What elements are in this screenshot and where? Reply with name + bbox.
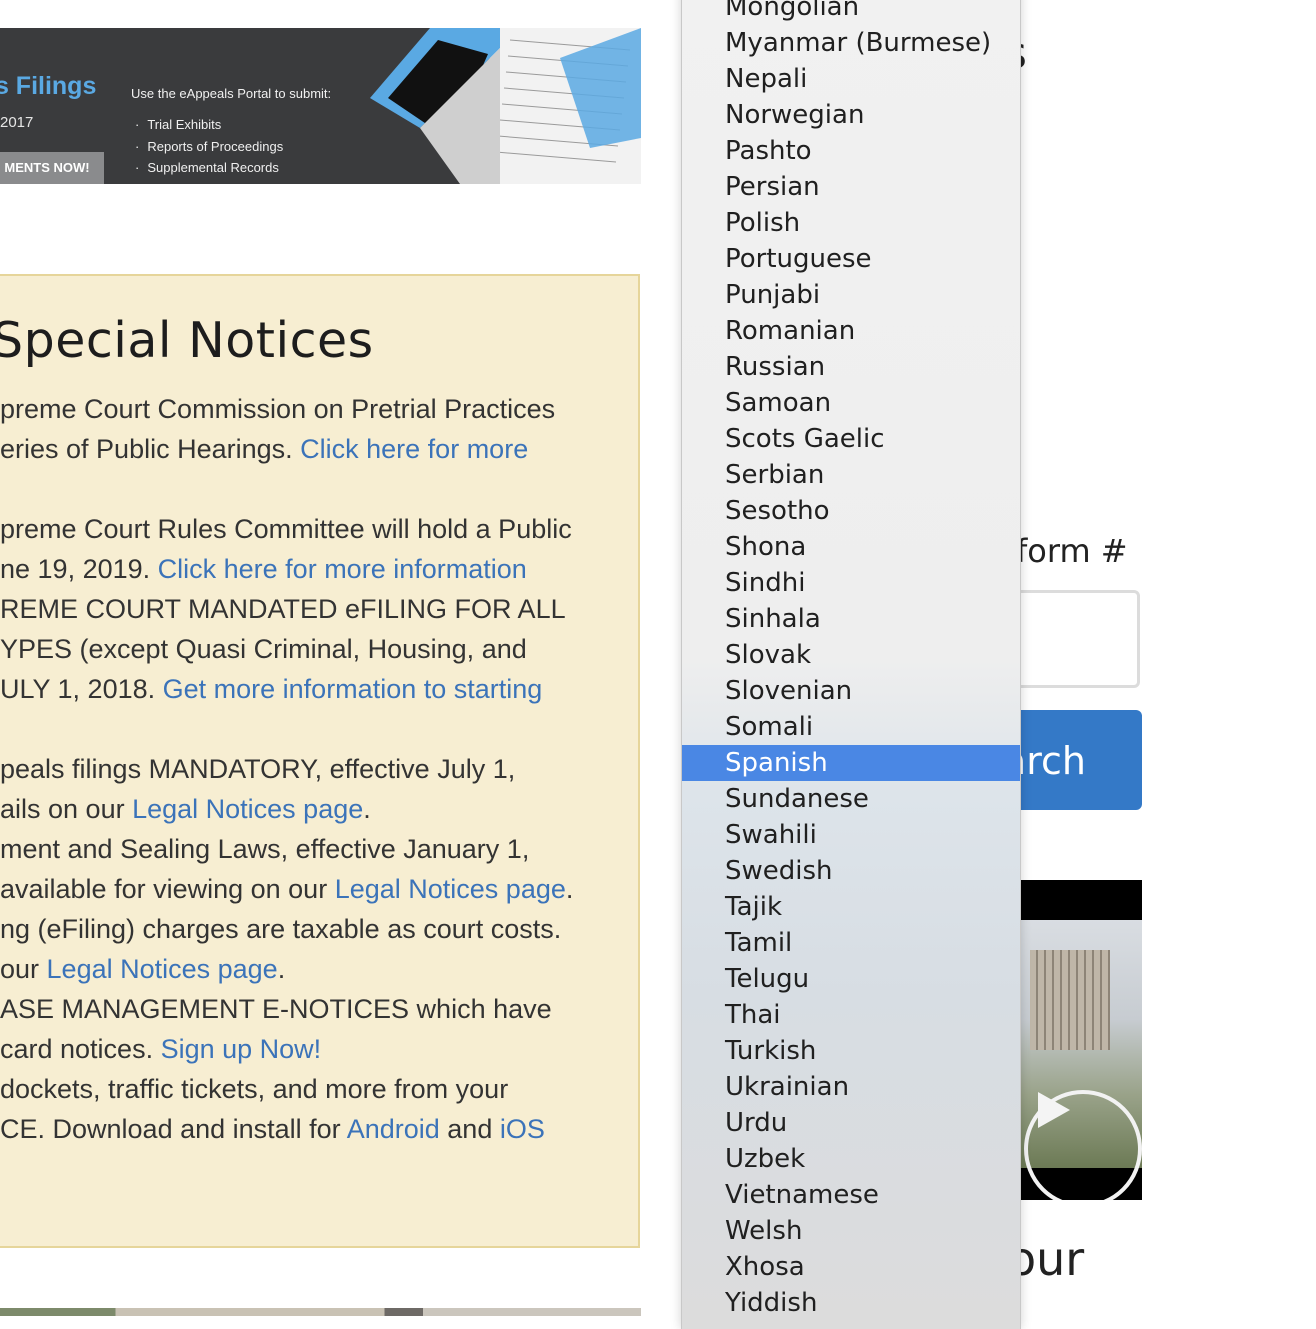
- special-notices-heading: Special Notices: [0, 312, 374, 369]
- language-option[interactable]: Sesotho: [682, 493, 1020, 529]
- language-option[interactable]: Serbian: [682, 457, 1020, 493]
- language-option[interactable]: Ukrainian: [682, 1069, 1020, 1105]
- language-option[interactable]: Persian: [682, 169, 1020, 205]
- language-option[interactable]: Punjabi: [682, 277, 1020, 313]
- notice-line: ne 19, 2019. Click here for more informa…: [0, 554, 527, 584]
- notice-line: dockets, traffic tickets, and more from …: [0, 1074, 509, 1104]
- banner-list-item: Reports of Proceedings: [135, 136, 283, 158]
- language-option[interactable]: Swedish: [682, 853, 1020, 889]
- eappeals-banner[interactable]: ls Filings 2017 MENTS NOW! Use the eAppe…: [0, 28, 641, 184]
- notice-line: available for viewing on our Legal Notic…: [0, 874, 574, 904]
- language-option[interactable]: Shona: [682, 529, 1020, 565]
- legal-notices-link[interactable]: Legal Notices page: [335, 874, 566, 904]
- language-option[interactable]: Nepali: [682, 61, 1020, 97]
- language-option[interactable]: Xhosa: [682, 1249, 1020, 1285]
- bottom-photo: [0, 1308, 641, 1316]
- language-option[interactable]: Welsh: [682, 1213, 1020, 1249]
- language-option[interactable]: Urdu: [682, 1105, 1020, 1141]
- notice-line: card notices. Sign up Now!: [0, 1034, 322, 1064]
- language-option[interactable]: Telugu: [682, 961, 1020, 997]
- special-notices-panel: Special Notices preme Court Commission o…: [0, 274, 640, 1248]
- language-option[interactable]: Sinhala: [682, 601, 1020, 637]
- efiling-info-link[interactable]: Get more information to starting: [163, 674, 543, 704]
- notice-line: preme Court Rules Committee will hold a …: [0, 514, 572, 544]
- notice-line: REME COURT MANDATED eFILING FOR ALL: [0, 594, 566, 624]
- language-option[interactable]: Somali: [682, 709, 1020, 745]
- click-here-link[interactable]: Click here for more: [300, 434, 528, 464]
- notice-line: YPES (except Quasi Criminal, Housing, an…: [0, 634, 527, 664]
- laptop-documents-illustration: [370, 28, 641, 184]
- banner-list-item: Trial Exhibits: [135, 114, 283, 136]
- language-option[interactable]: Norwegian: [682, 97, 1020, 133]
- language-option[interactable]: Sindhi: [682, 565, 1020, 601]
- notice-line: ULY 1, 2018. Get more information to sta…: [0, 674, 543, 704]
- language-option[interactable]: Thai: [682, 997, 1020, 1033]
- banner-cta-button[interactable]: MENTS NOW!: [0, 152, 104, 184]
- notice-line: ment and Sealing Laws, effective January…: [0, 834, 530, 864]
- notice-line: peals filings MANDATORY, effective July …: [0, 754, 516, 784]
- notice-line: our Legal Notices page.: [0, 954, 286, 984]
- language-option[interactable]: Tajik: [682, 889, 1020, 925]
- form-number-label: form #: [1016, 532, 1128, 570]
- sign-up-link[interactable]: Sign up Now!: [161, 1034, 322, 1064]
- notice-line: eries of Public Hearings. Click here for…: [0, 434, 529, 464]
- language-option[interactable]: Turkish: [682, 1033, 1020, 1069]
- language-option[interactable]: Pashto: [682, 133, 1020, 169]
- banner-list-item: Supplemental Records: [135, 157, 283, 179]
- language-option[interactable]: Sundanese: [682, 781, 1020, 817]
- legal-notices-link[interactable]: Legal Notices page: [47, 954, 278, 984]
- language-option-selected[interactable]: Spanish: [682, 745, 1020, 781]
- more-information-link[interactable]: Click here for more information: [158, 554, 527, 584]
- ios-link[interactable]: iOS: [500, 1114, 545, 1144]
- language-option[interactable]: Vietnamese: [682, 1177, 1020, 1213]
- android-link[interactable]: Android: [347, 1114, 440, 1144]
- play-icon[interactable]: [1038, 1092, 1070, 1128]
- legal-notices-link[interactable]: Legal Notices page: [132, 794, 363, 824]
- notice-line: CE. Download and install for Android and…: [0, 1114, 545, 1144]
- language-option[interactable]: Slovak: [682, 637, 1020, 673]
- language-option[interactable]: Uzbek: [682, 1141, 1020, 1177]
- banner-title: ls Filings: [0, 72, 97, 100]
- notice-line: preme Court Commission on Pretrial Pract…: [0, 394, 556, 424]
- language-option[interactable]: Scots Gaelic: [682, 421, 1020, 457]
- banner-intro: Use the eAppeals Portal to submit:: [131, 86, 332, 101]
- language-option[interactable]: Myanmar (Burmese): [682, 25, 1020, 61]
- notice-line: ails on our Legal Notices page.: [0, 794, 371, 824]
- language-option[interactable]: Romanian: [682, 313, 1020, 349]
- banner-list: Trial Exhibits Reports of Proceedings Su…: [135, 114, 283, 179]
- language-option[interactable]: Slovenian: [682, 673, 1020, 709]
- language-option[interactable]: Swahili: [682, 817, 1020, 853]
- language-option[interactable]: Samoan: [682, 385, 1020, 421]
- language-option[interactable]: Polish: [682, 205, 1020, 241]
- language-option[interactable]: Russian: [682, 349, 1020, 385]
- notice-line: ng (eFiling) charges are taxable as cour…: [0, 914, 562, 944]
- language-dropdown-list[interactable]: Mongolian Myanmar (Burmese) Nepali Norwe…: [681, 0, 1021, 1329]
- language-option[interactable]: Mongolian: [682, 0, 1020, 25]
- building-image: [1030, 950, 1110, 1050]
- language-option[interactable]: Tamil: [682, 925, 1020, 961]
- banner-year: 2017: [0, 114, 34, 131]
- notice-line: ASE MANAGEMENT E-NOTICES which have: [0, 994, 552, 1024]
- language-option[interactable]: Portuguese: [682, 241, 1020, 277]
